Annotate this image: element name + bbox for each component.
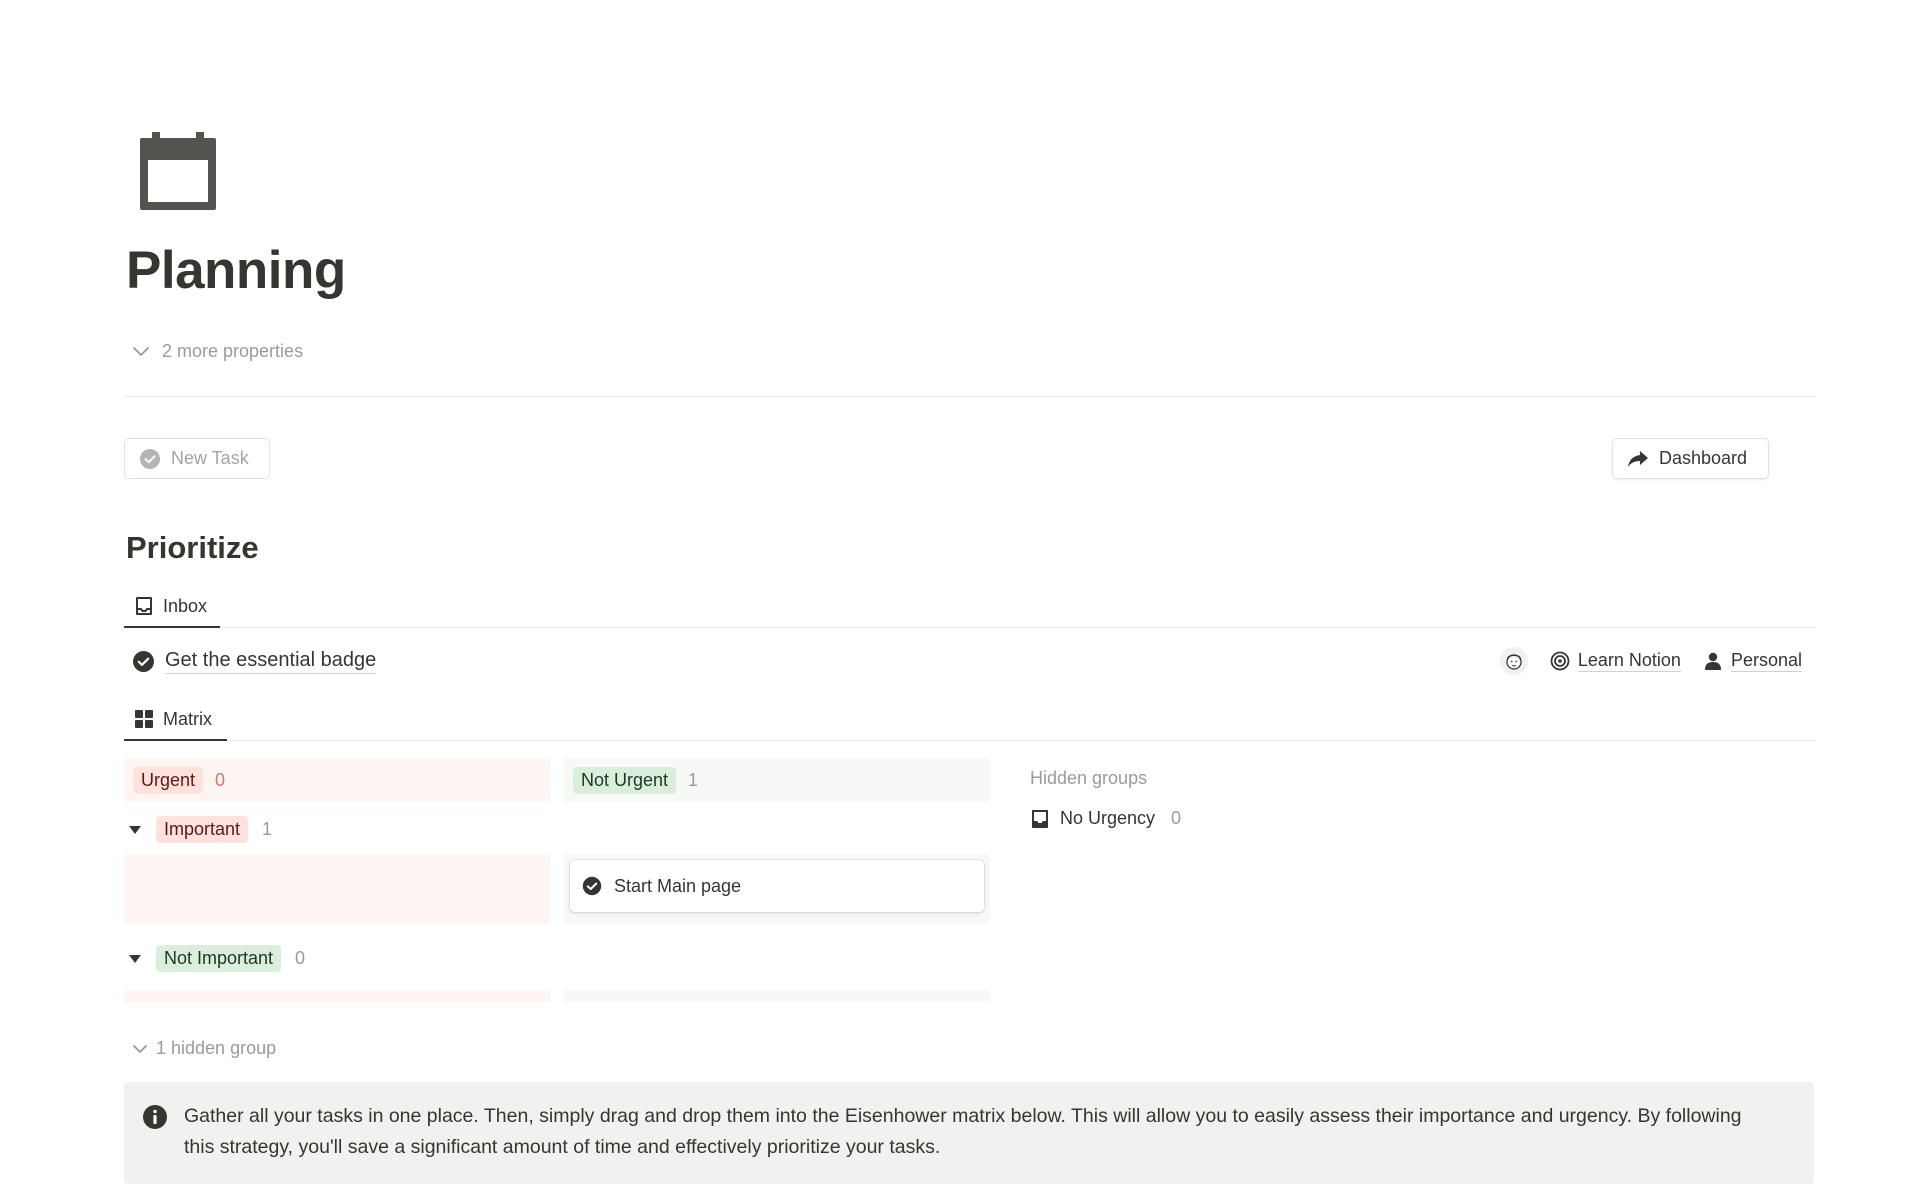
inbox-task-title: Get the essential badge — [165, 649, 377, 674]
hidden-groups-label: Hidden groups — [1030, 768, 1148, 788]
task-card-title: Start Main page — [614, 875, 742, 896]
list-item[interactable]: Get the essential badge Learn Notion Per… — [124, 640, 1814, 682]
hidden-group-item[interactable]: No Urgency 0 — [1030, 808, 1181, 829]
row-count: 1 — [262, 819, 273, 839]
tab-inbox[interactable]: Inbox — [124, 586, 220, 628]
page: Planning 2 more properties New Task Dash… — [124, 0, 1814, 1199]
hidden-group-label: No Urgency — [1060, 808, 1156, 828]
dashboard-label: Dashboard — [1659, 448, 1748, 468]
inbox-icon — [1032, 809, 1048, 828]
inbox-task-properties: Learn Notion Personal — [1499, 647, 1802, 675]
area-link[interactable]: Personal — [1703, 650, 1802, 672]
check-circle-icon — [133, 650, 154, 672]
area-label: Personal — [1730, 650, 1802, 672]
dashboard-button[interactable]: Dashboard — [1612, 438, 1769, 479]
matrix-cell-urgent-important[interactable] — [124, 854, 550, 924]
more-properties-toggle[interactable]: 2 more properties — [130, 340, 303, 362]
check-circle-icon — [140, 448, 160, 469]
tab-matrix-label: Matrix — [163, 708, 212, 729]
row-group-not-important[interactable]: Not Important 0 — [128, 945, 305, 972]
hidden-group-toggle[interactable]: 1 hidden group — [130, 1038, 276, 1059]
new-task-label: New Task — [171, 448, 249, 468]
column-header-urgent[interactable]: Urgent 0 — [124, 758, 550, 802]
page-title: Planning — [126, 241, 346, 300]
task-card[interactable]: Start Main page — [570, 860, 984, 912]
target-icon — [1550, 651, 1570, 671]
status-badge: Not Important — [156, 945, 282, 972]
row-count: 0 — [295, 948, 306, 968]
matrix-cell-urgent-not-important[interactable] — [124, 990, 550, 1002]
project-label: Learn Notion — [1577, 650, 1681, 672]
chevron-down-icon — [133, 1044, 147, 1053]
triangle-down-icon — [129, 825, 141, 834]
tab-inbox-label: Inbox — [163, 595, 208, 616]
inbox-task[interactable]: Get the essential badge — [132, 649, 377, 674]
matrix-view-tabbar: Matrix — [124, 699, 1814, 741]
calendar-icon[interactable] — [138, 132, 218, 212]
matrix-cell-not-urgent-not-important[interactable] — [564, 990, 990, 1002]
person-icon — [1704, 652, 1721, 670]
column-header-not-urgent[interactable]: Not Urgent 1 — [564, 758, 990, 802]
face-icon — [1506, 654, 1522, 670]
more-properties-label: 2 more properties — [162, 340, 304, 361]
column-count: 1 — [688, 769, 699, 790]
tab-matrix[interactable]: Matrix — [124, 699, 227, 741]
hidden-group-count: 0 — [1171, 808, 1182, 828]
inbox-icon — [136, 597, 152, 615]
section-title: Prioritize — [126, 530, 259, 565]
share-arrow-icon — [1628, 450, 1648, 467]
project-link[interactable]: Learn Notion — [1550, 650, 1681, 672]
avatar[interactable] — [1499, 647, 1528, 675]
chevron-down-icon — [133, 347, 149, 356]
row-group-important[interactable]: Important 1 — [128, 816, 272, 843]
divider — [124, 396, 1814, 397]
status-badge: Important — [156, 816, 249, 843]
board-icon — [135, 710, 153, 728]
triangle-down-icon — [129, 954, 141, 963]
column-count: 0 — [215, 769, 226, 790]
new-task-button[interactable]: New Task — [124, 438, 270, 479]
hidden-group-toggle-label: 1 hidden group — [156, 1038, 277, 1058]
status-badge: Urgent — [133, 766, 204, 794]
status-badge: Not Urgent — [573, 766, 677, 794]
callout: Gather all your tasks in one place. Then… — [124, 1082, 1814, 1184]
inbox-view-tabbar: Inbox — [124, 586, 1814, 628]
callout-text: Gather all your tasks in one place. Then… — [184, 1105, 1742, 1158]
check-circle-icon — [582, 876, 602, 896]
info-icon — [143, 1105, 167, 1129]
